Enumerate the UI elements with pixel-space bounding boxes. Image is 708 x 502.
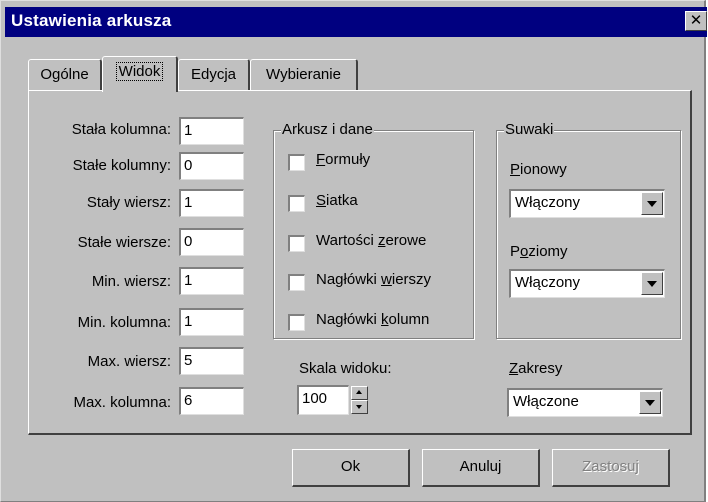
tab-label: Ogólne — [40, 66, 89, 83]
field-label: Stałe wiersze: — [77, 234, 171, 251]
fixed-column-input[interactable]: 1 — [179, 117, 244, 145]
tab-general[interactable]: Ogólne — [28, 59, 102, 90]
fixed-columns-input[interactable]: 0 — [179, 152, 244, 180]
cancel-button[interactable]: Anuluj — [422, 449, 540, 487]
min-row-input[interactable]: 1 — [179, 267, 244, 295]
apply-button[interactable]: Zastosuj — [552, 449, 670, 487]
row-headers-checkbox[interactable] — [288, 274, 305, 291]
zoom-scale-label: Skala widoku: — [299, 360, 392, 377]
tab-view[interactable]: Widok — [102, 56, 178, 92]
min-column-input[interactable]: 1 — [179, 308, 244, 336]
field-label: Min. kolumna: — [77, 314, 171, 331]
group-title: Arkusz i dane — [281, 121, 374, 138]
tab-selection[interactable]: Wybieranie — [250, 59, 358, 90]
vertical-slider-select[interactable]: Włączony — [509, 189, 665, 218]
tab-label: Edycja — [190, 66, 237, 83]
zero-values-checkbox[interactable] — [288, 235, 305, 252]
title-bar[interactable]: Ustawienia arkusza ✕ — [5, 7, 707, 37]
checkbox-label: Formuły — [316, 151, 371, 168]
button-label: Ok — [340, 458, 361, 475]
select-value: Włączone — [513, 393, 579, 410]
max-column-input[interactable]: 6 — [179, 387, 244, 415]
formulas-checkbox[interactable] — [288, 154, 305, 171]
field-label: Stała kolumna: — [71, 121, 171, 138]
select-value: Włączony — [515, 194, 581, 211]
tab-label: Widok — [115, 62, 164, 81]
select-value: Włączony — [515, 274, 581, 291]
button-label: Anuluj — [459, 458, 502, 475]
field-label: Stały wiersz: — [86, 194, 171, 211]
fixed-rows-input[interactable]: 0 — [179, 228, 244, 256]
spin-up-icon[interactable] — [351, 386, 368, 400]
group-title: Suwaki — [504, 121, 555, 138]
fixed-row-input[interactable]: 1 — [179, 189, 244, 217]
horizontal-slider-select[interactable]: Włączony — [509, 269, 665, 298]
field-label: Max. kolumna: — [73, 394, 171, 411]
checkbox-label: Nagłówki kolumn — [316, 311, 430, 328]
grid-checkbox[interactable] — [288, 195, 305, 212]
checkbox-label: Wartości zerowe — [316, 232, 427, 249]
checkbox-label: Nagłówki wierszy — [316, 271, 432, 288]
chevron-down-icon[interactable] — [641, 272, 663, 295]
ok-button[interactable]: Ok — [292, 449, 410, 487]
close-icon[interactable]: ✕ — [685, 11, 707, 31]
zoom-scale-input[interactable]: 100 — [297, 385, 349, 415]
chevron-down-icon[interactable] — [641, 192, 663, 215]
chevron-down-icon[interactable] — [639, 391, 661, 414]
sliders-group: Suwaki Pionowy Włączony Poziomy Włączony — [496, 121, 681, 339]
tab-edit[interactable]: Edycja — [178, 59, 250, 90]
ranges-label: Zakresy — [509, 360, 563, 377]
dialog-window: Ustawienia arkusza ✕ Ogólne Widok Edycja… — [0, 0, 707, 502]
checkbox-label: Siatka — [316, 192, 358, 209]
field-label: Min. wiersz: — [91, 273, 171, 290]
field-label: Stałe kolumny: — [72, 157, 171, 174]
ranges-select[interactable]: Włączone — [507, 388, 663, 417]
spin-down-icon[interactable] — [351, 400, 368, 414]
field-label: Max. wiersz: — [87, 353, 171, 370]
button-label: Zastosuj — [582, 458, 639, 475]
vertical-slider-label: Pionowy — [510, 161, 567, 178]
max-row-input[interactable]: 5 — [179, 347, 244, 375]
column-headers-checkbox[interactable] — [288, 314, 305, 331]
tab-label: Wybieranie — [266, 66, 341, 83]
horizontal-slider-label: Poziomy — [510, 243, 568, 260]
sheet-data-group: Arkusz i dane Formuły Siatka Wartości ze… — [273, 121, 474, 339]
tab-panel-view: Stała kolumna: 1 Stałe kolumny: 0 Stały … — [28, 90, 692, 435]
window-title: Ustawienia arkusza — [11, 11, 172, 30]
